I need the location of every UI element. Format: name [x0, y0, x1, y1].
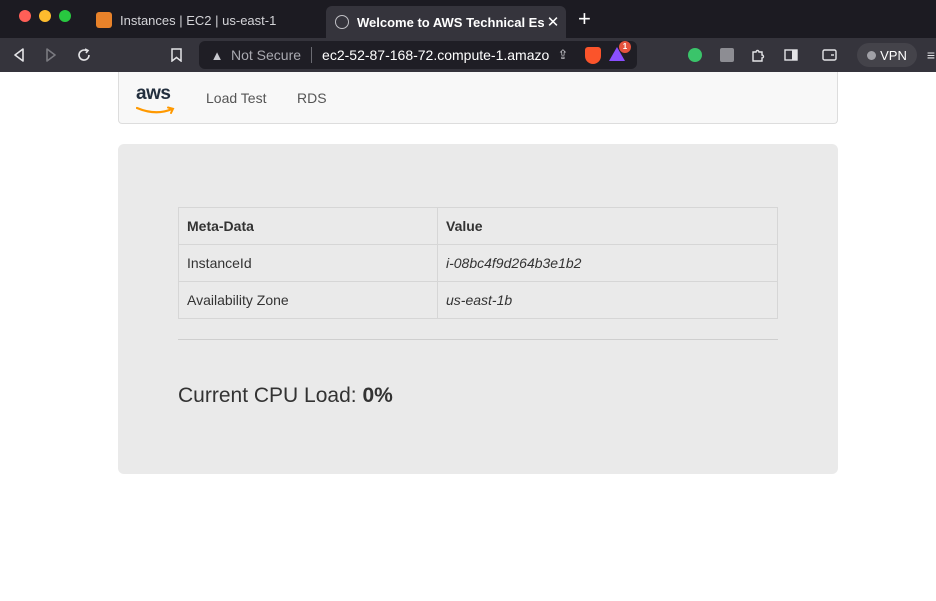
brave-shields-icon[interactable] [585, 46, 601, 64]
security-label: Not Secure [231, 47, 302, 63]
bookmark-icon[interactable] [166, 38, 186, 72]
vpn-status-icon [867, 50, 877, 60]
cpu-load-readout: Current CPU Load: 0% [178, 384, 393, 408]
globe-icon [335, 15, 349, 29]
reload-icon[interactable] [73, 38, 95, 72]
ec2-favicon-icon [96, 12, 112, 28]
metadata-key: Availability Zone [178, 281, 438, 319]
brave-rewards-icon[interactable]: 1 [609, 41, 631, 63]
table-row: Availability Zone us-east-1b [178, 281, 778, 319]
tab-welcome[interactable]: Welcome to AWS Technical Essentials ✕ [326, 6, 566, 38]
extension-gray-icon[interactable] [718, 38, 736, 72]
window-close-button[interactable] [19, 10, 31, 22]
main-panel: Meta-Data Value InstanceId i-08bc4f9d264… [118, 144, 838, 474]
tab-title: Welcome to AWS Technical Essentials [357, 14, 544, 30]
site-navbar: aws Load Test RDS [118, 72, 838, 124]
tab-ec2-instances[interactable]: Instances | EC2 | us-east-1 [90, 6, 320, 34]
wallet-icon[interactable] [819, 38, 839, 72]
extensions-puzzle-icon[interactable] [749, 38, 767, 72]
column-header-value: Value [437, 207, 778, 245]
rewards-badge: 1 [619, 41, 631, 53]
forward-icon[interactable] [40, 38, 62, 72]
extension-green-icon[interactable] [686, 38, 704, 72]
address-bar[interactable]: ▲ Not Secure ec2-52-87-168-72.compute-1.… [199, 41, 637, 69]
tab-title: Instances | EC2 | us-east-1 [120, 12, 277, 28]
window-maximize-button[interactable] [59, 10, 71, 22]
back-icon[interactable] [8, 38, 30, 72]
metadata-value: us-east-1b [437, 281, 778, 319]
vpn-label: VPN [880, 47, 907, 63]
table-row: InstanceId i-08bc4f9d264b3e1b2 [178, 244, 778, 282]
nav-link-load-test[interactable]: Load Test [206, 90, 266, 106]
tab-close-icon[interactable]: ✕ [544, 13, 562, 31]
sidebar-icon[interactable] [782, 38, 800, 72]
cpu-load-value: 0% [362, 384, 393, 407]
metadata-value: i-08bc4f9d264b3e1b2 [437, 244, 778, 282]
metadata-table: Meta-Data Value InstanceId i-08bc4f9d264… [178, 207, 778, 319]
window-minimize-button[interactable] [39, 10, 51, 22]
metadata-key: InstanceId [178, 244, 438, 282]
cpu-load-label: Current CPU Load: [178, 384, 357, 407]
vpn-button[interactable]: VPN [857, 43, 917, 67]
aws-logo[interactable]: aws [135, 83, 178, 114]
share-icon[interactable]: ⇪ [549, 47, 577, 63]
table-header-row: Meta-Data Value [178, 207, 778, 245]
menu-icon[interactable]: ≡ [926, 38, 936, 72]
warning-icon: ▲ [210, 47, 224, 63]
browser-toolbar: ▲ Not Secure ec2-52-87-168-72.compute-1.… [0, 38, 936, 72]
new-tab-icon[interactable]: + [578, 8, 591, 30]
aws-smile-icon [135, 106, 175, 114]
aws-logo-text: aws [136, 83, 171, 104]
divider [178, 339, 778, 340]
nav-link-rds[interactable]: RDS [297, 90, 327, 106]
address-divider [311, 47, 313, 63]
column-header-meta-data: Meta-Data [178, 207, 438, 245]
url-text[interactable]: ec2-52-87-168-72.compute-1.amazonaws.com [322, 47, 549, 63]
browser-tab-bar: Instances | EC2 | us-east-1 Welcome to A… [0, 0, 936, 38]
